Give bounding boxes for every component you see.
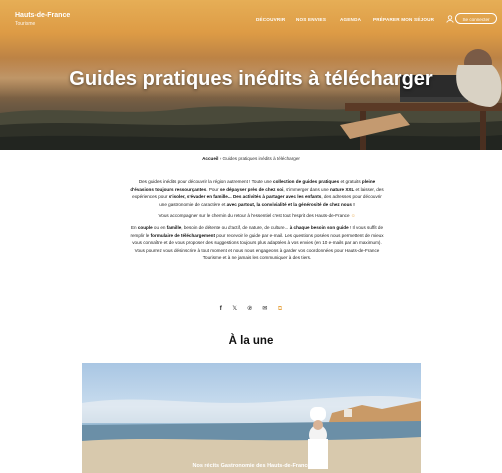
x-icon[interactable]: 𝕏 <box>232 305 237 312</box>
text-run-bold: s'isoler, s'évader en famille... <box>168 194 232 200</box>
email-icon[interactable]: ✉ <box>262 305 267 312</box>
breadcrumb-home[interactable]: Accueil <box>202 156 218 161</box>
download-form-link[interactable]: formulaire de téléchargement <box>151 233 215 238</box>
facebook-icon[interactable]: f <box>220 306 222 312</box>
nav-item-agenda[interactable]: AGENDA <box>340 17 361 22</box>
breadcrumb-current: Guides pratiques inédits à télécharger <box>222 156 300 161</box>
text-run-bold: couple <box>137 224 153 230</box>
text-run: En <box>130 224 138 230</box>
user-icon[interactable] <box>446 15 454 23</box>
text-run: , s'immerger dans une <box>283 186 330 192</box>
copy-link-icon[interactable]: ⧉ <box>278 306 282 313</box>
smile-emoji-icon: ☺ <box>350 213 356 219</box>
nav-item-nos-envies[interactable]: NOS ENVIES <box>296 17 326 22</box>
nav-item-preparer-mon-sejour[interactable]: PRÉPARER MON SÉJOUR <box>373 17 434 22</box>
text-run: et gratuits <box>339 179 362 184</box>
text-run: Vous accompagner sur le chemin du retour… <box>158 213 350 219</box>
share-bar: f 𝕏 ℗ ✉ ⧉ <box>0 297 502 315</box>
intro-paragraph-2: Vous accompagner sur le chemin du retour… <box>128 212 386 220</box>
text-run-bold: nature XXL <box>330 186 355 192</box>
text-run: , besoin de détente ou d'actif, de natur… <box>181 224 290 230</box>
text-run-bold: à chaque besoin son guide <box>289 224 349 230</box>
hero-person-illustration <box>340 49 502 150</box>
page-title: Guides pratiques inédits à télécharger <box>69 68 433 90</box>
top-navigation: Hauts-de-France Tourisme DÉCOUVRIR NOS E… <box>0 0 502 38</box>
featured-card[interactable]: Nos récits Gastronomie des Hauts-de-Fran… <box>82 363 421 473</box>
connect-button[interactable]: Se connecter <box>455 13 497 24</box>
nav-item-decouvrir[interactable]: DÉCOUVRIR <box>256 17 285 22</box>
text-run-bold: avec partout, la convivialité et la géné… <box>226 201 355 207</box>
brand-subtitle: Tourisme <box>15 21 36 27</box>
text-run: . Pour <box>206 186 220 192</box>
text-run-bold: se dépayser près de chez soi <box>219 186 284 192</box>
hero-banner: Hauts-de-France Tourisme DÉCOUVRIR NOS E… <box>0 0 502 150</box>
section-title: À la une <box>228 335 274 347</box>
text-run-bold: famille <box>166 224 182 230</box>
breadcrumb-separator: › <box>219 156 222 161</box>
featured-caption: Nos récits Gastronomie des Hauts-de-Fran… <box>192 463 311 469</box>
intro-paragraph-1: Des guides inédits pour découvrir la rég… <box>128 178 386 208</box>
pinterest-icon[interactable]: ℗ <box>248 306 252 312</box>
brand-logo[interactable]: Hauts-de-France Tourisme <box>15 12 70 28</box>
text-run-bold: collection de guides pratiques <box>273 179 340 184</box>
breadcrumb: Accueil › Guides pratiques inédits à tél… <box>0 156 502 161</box>
intro-paragraph-3: En couple ou en famille, besoin de déten… <box>128 224 386 262</box>
text-run: Des guides inédits pour découvrir la rég… <box>138 179 274 184</box>
text-run: ou en <box>152 224 167 230</box>
featured-image <box>82 395 421 473</box>
brand-name: Hauts-de-France <box>15 12 71 19</box>
intro-text: Des guides inédits pour découvrir la rég… <box>128 178 386 266</box>
text-run-bold: Des activités à partager avec les enfant… <box>231 194 322 200</box>
